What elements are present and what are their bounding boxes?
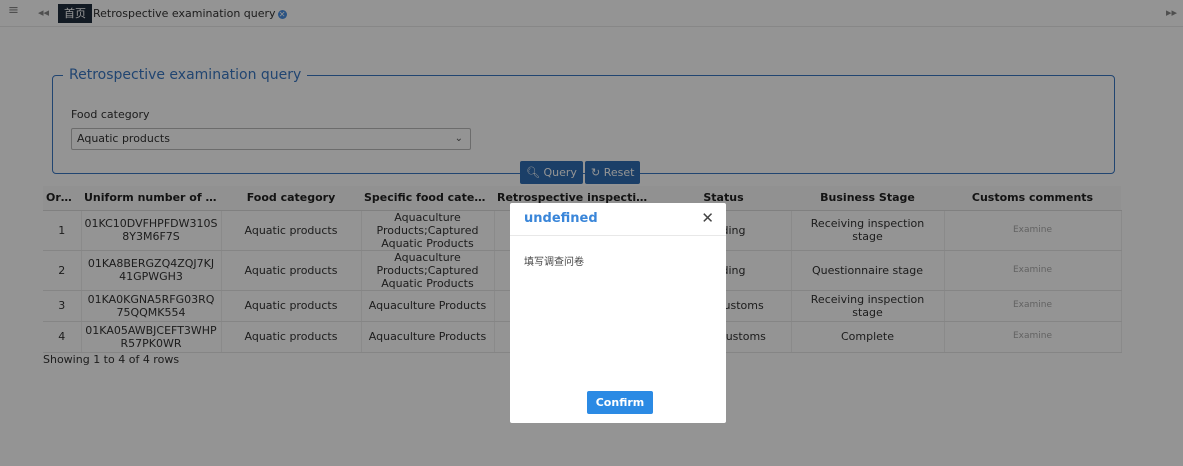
close-icon[interactable]: ✕ (701, 209, 714, 227)
confirm-button[interactable]: Confirm (587, 391, 653, 414)
dialog-message: 填写调查问卷 (524, 257, 584, 268)
dialog-title: undefined (524, 211, 598, 226)
dialog-header: undefined ✕ (510, 203, 726, 236)
questionnaire-dialog: undefined ✕ 填写调查问卷 Confirm (510, 203, 726, 423)
